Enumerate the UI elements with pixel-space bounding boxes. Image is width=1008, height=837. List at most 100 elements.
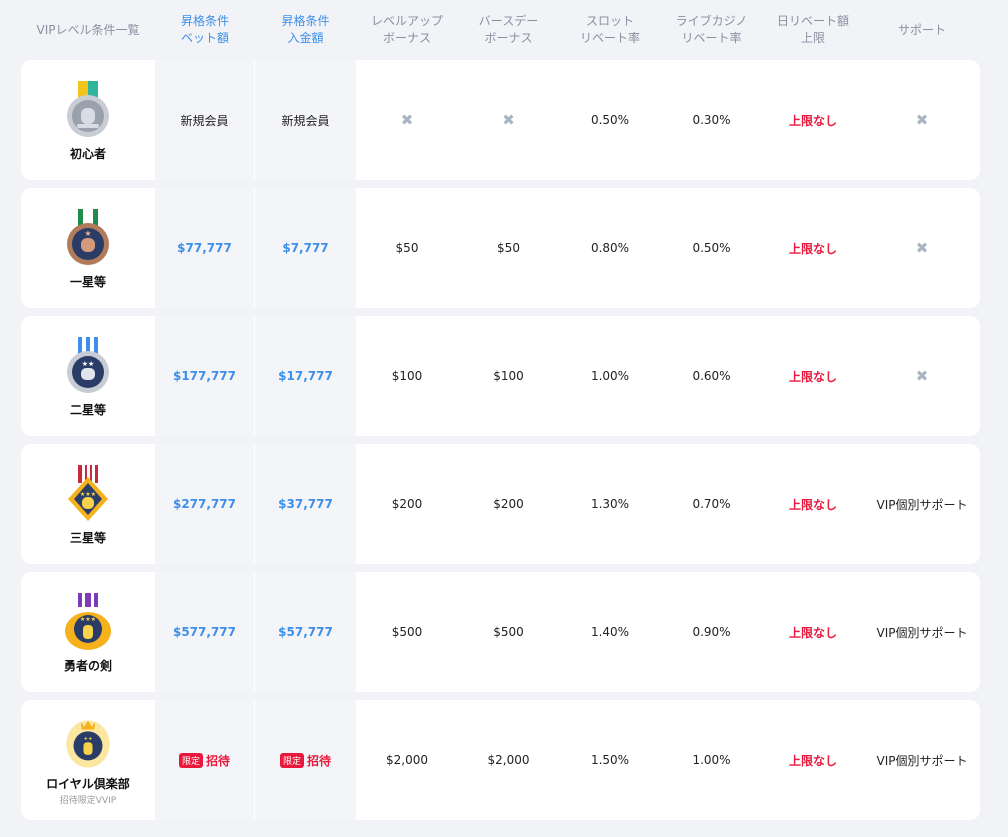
levelup-cell: $50: [395, 241, 419, 255]
daily-cell: 上限なし: [788, 753, 837, 768]
header-slot: スロット リベート率: [579, 14, 640, 45]
medal-one-star-icon: ★: [67, 208, 109, 265]
support-cell: VIP個別サポート: [876, 497, 968, 512]
svg-text:★★: ★★: [82, 360, 95, 368]
medal-hero-sword-icon: ★★★: [65, 592, 111, 650]
limited-badge: 限定: [279, 752, 304, 768]
medal-royal-crown-icon: ✦✦: [66, 719, 110, 768]
vip-level-table: VIPレベル条件一覧 昇格条件 ベット額 昇格条件 入金額 レベルアップ ボーナ…: [0, 0, 1008, 837]
birthday-cell: $50: [497, 241, 520, 255]
deposit-cell: $7,777: [255, 188, 356, 308]
level-name: 三星等: [69, 530, 106, 545]
daily-cell: 上限なし: [788, 369, 837, 384]
slot-cell: 1.50%: [590, 753, 630, 767]
header-birthday: バースデー ボーナス: [478, 14, 539, 45]
bet-cell: $177,777: [155, 316, 255, 436]
bet-cell: $277,777: [155, 444, 255, 564]
table-body: 初心者 新規会員 新規会員 ✖ ✖ 0.50% 0.30% 上限なし ✖ ★ 一…: [21, 60, 980, 828]
svg-text:★★★: ★★★: [80, 616, 96, 623]
table-row: ✦✦ ロイヤル倶楽部 招待限定VVIP 限定 招待 限定 招待 $2,000 $…: [21, 700, 980, 820]
svg-text:✦✦: ✦✦: [83, 735, 93, 742]
svg-text:★: ★: [84, 229, 91, 238]
level-cell: ✦✦ ロイヤル倶楽部 招待限定VVIP: [21, 700, 155, 820]
header-levelup: レベルアップ ボーナス: [370, 14, 443, 45]
support-cell: VIP個別サポート: [876, 753, 968, 768]
live-cell: 0.30%: [692, 113, 731, 127]
daily-cell: 上限なし: [788, 241, 837, 256]
birthday-cell: $2,000: [487, 753, 530, 767]
birthday-cell: ✖: [458, 60, 559, 180]
support-cell: ✖: [864, 188, 980, 308]
birthday-cell: $200: [493, 497, 524, 511]
table-row: ★★★ 勇者の剣 $577,777 $57,777 $500 $500 1.40…: [21, 572, 980, 692]
table-row: ★ 一星等 $77,777 $7,777 $50 $50 0.80% 0.50%…: [21, 188, 980, 308]
levelup-cell: $500: [391, 625, 423, 639]
daily-cell: 上限なし: [788, 497, 837, 512]
table-row: ★★★ 三星等 $277,777 $37,777 $200 $200 1.30%…: [21, 444, 980, 564]
medal-three-star-icon: ★★★: [68, 464, 108, 521]
live-cell: 0.90%: [692, 625, 731, 639]
invite-text: 招待: [206, 753, 231, 768]
daily-cell: 上限なし: [788, 625, 837, 640]
medal-beginner-icon: [67, 80, 109, 137]
birthday-cell: $500: [493, 625, 524, 639]
daily-cell: 上限なし: [788, 113, 837, 128]
live-cell: 0.60%: [692, 369, 731, 383]
levelup-cell: $200: [391, 497, 423, 511]
support-cell: ✖: [864, 316, 980, 436]
header-bet: 昇格条件 ベット額: [180, 14, 229, 45]
limited-badge: 限定: [178, 752, 203, 768]
deposit-cell: $17,777: [255, 316, 356, 436]
cross-icon: ✖: [915, 111, 929, 129]
invite-text: 招待: [307, 753, 332, 768]
level-subtitle: 招待限定VVIP: [59, 795, 117, 806]
support-cell: VIP個別サポート: [876, 625, 968, 640]
level-cell: ★★★ 三星等: [21, 444, 155, 564]
svg-text:★★★: ★★★: [80, 491, 96, 498]
live-cell: 0.50%: [692, 241, 731, 255]
levelup-cell: $100: [391, 369, 423, 383]
cross-icon: ✖: [400, 111, 414, 129]
levelup-cell: ✖: [356, 60, 458, 180]
slot-cell: 0.80%: [590, 241, 630, 255]
cross-icon: ✖: [915, 239, 929, 257]
table-header: VIPレベル条件一覧 昇格条件 ベット額 昇格条件 入金額 レベルアップ ボーナ…: [21, 0, 980, 60]
level-name: 勇者の剣: [63, 658, 112, 673]
header-level: VIPレベル条件一覧: [36, 22, 140, 37]
cross-icon: ✖: [502, 111, 515, 129]
deposit-cell: $57,777: [255, 572, 356, 692]
live-cell: 1.00%: [692, 753, 731, 767]
levelup-cell: $2,000: [386, 753, 428, 767]
slot-cell: 1.00%: [590, 369, 630, 383]
slot-cell: 1.40%: [590, 625, 630, 639]
header-live: ライブカジノ リベート率: [675, 14, 748, 45]
bet-cell: $77,777: [155, 188, 255, 308]
bet-cell: 新規会員: [155, 60, 255, 180]
slot-cell: 0.50%: [590, 113, 630, 127]
level-cell: ★★ 二星等: [21, 316, 155, 436]
level-name: 初心者: [69, 146, 106, 161]
header-daily: 日リベート額 上限: [776, 14, 849, 45]
level-name: 一星等: [69, 274, 106, 289]
invite-label: 限定 招待: [279, 752, 332, 769]
level-cell: ★★★ 勇者の剣: [21, 572, 155, 692]
invite-label: 限定 招待: [178, 752, 231, 769]
deposit-cell: 新規会員: [255, 60, 356, 180]
table-row: ★★ 二星等 $177,777 $17,777 $100 $100 1.00% …: [21, 316, 980, 436]
support-cell: ✖: [864, 60, 980, 180]
birthday-cell: $100: [493, 369, 524, 383]
level-cell: 初心者: [21, 60, 155, 180]
level-name: ロイヤル倶楽部: [46, 776, 130, 791]
live-cell: 0.70%: [692, 497, 731, 511]
bet-cell: 限定 招待: [155, 700, 255, 820]
table-row: 初心者 新規会員 新規会員 ✖ ✖ 0.50% 0.30% 上限なし ✖: [21, 60, 980, 180]
cross-icon: ✖: [915, 367, 929, 385]
deposit-cell: $37,777: [255, 444, 356, 564]
slot-cell: 1.30%: [590, 497, 630, 511]
medal-two-star-icon: ★★: [67, 336, 109, 393]
level-cell: ★ 一星等: [21, 188, 155, 308]
header-support: サポート: [897, 22, 946, 37]
bet-cell: $577,777: [155, 572, 255, 692]
header-deposit: 昇格条件 入金額: [281, 14, 330, 45]
level-name: 二星等: [69, 402, 106, 417]
